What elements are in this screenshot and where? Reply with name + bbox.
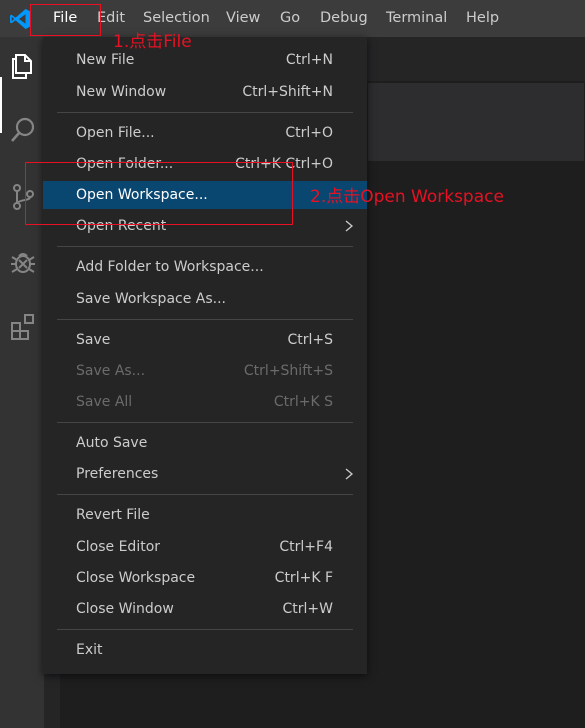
menu-item-auto-save[interactable]: Auto Save bbox=[43, 429, 367, 457]
menu-item-preferences[interactable]: Preferences bbox=[43, 460, 367, 488]
menu-item-close-workspace[interactable]: Close Workspace Ctrl+K F bbox=[43, 564, 367, 592]
menu-item-exit[interactable]: Exit bbox=[43, 636, 367, 664]
menu-view[interactable]: View bbox=[226, 0, 260, 37]
debug-icon[interactable] bbox=[8, 247, 38, 277]
vscode-logo-icon bbox=[10, 9, 30, 29]
menu-item-label: Auto Save bbox=[76, 435, 148, 451]
file-menu-dropdown: New File Ctrl+N New Window Ctrl+Shift+N … bbox=[43, 37, 367, 674]
menu-item-label: Save As... bbox=[76, 363, 146, 379]
menu-item-label: New Window bbox=[76, 84, 167, 100]
search-icon[interactable] bbox=[8, 115, 38, 145]
menu-item-label: Close Editor bbox=[76, 539, 161, 555]
menu-separator bbox=[57, 246, 353, 247]
menu-help[interactable]: Help bbox=[466, 0, 499, 37]
menu-item-save-all[interactable]: Save All Ctrl+K S bbox=[43, 388, 367, 416]
menu-debug[interactable]: Debug bbox=[320, 0, 368, 37]
menu-item-label: Preferences bbox=[76, 466, 159, 482]
activity-bar bbox=[0, 37, 44, 728]
menu-item-label: Save Workspace As... bbox=[76, 291, 227, 307]
menu-item-label: Open File... bbox=[76, 125, 155, 141]
menu-item-save-workspace-as[interactable]: Save Workspace As... bbox=[43, 285, 367, 313]
menu-separator bbox=[57, 319, 353, 320]
menu-item-shortcut: Ctrl+F4 bbox=[279, 539, 333, 555]
menu-item-shortcut: Ctrl+Shift+S bbox=[243, 363, 333, 379]
menu-separator bbox=[57, 422, 353, 423]
menu-item-shortcut: Ctrl+K S bbox=[273, 394, 333, 410]
chevron-right-icon bbox=[345, 220, 353, 232]
menu-item-shortcut: Ctrl+K F bbox=[274, 570, 333, 586]
explorer-icon[interactable] bbox=[8, 51, 38, 81]
menu-item-add-folder-to-workspace[interactable]: Add Folder to Workspace... bbox=[43, 253, 367, 281]
menu-separator bbox=[57, 629, 353, 630]
active-view-indicator bbox=[0, 77, 2, 133]
menu-item-shortcut: Ctrl+S bbox=[287, 332, 333, 348]
menu-item-label: Save All bbox=[76, 394, 133, 410]
menu-item-shortcut: Ctrl+Shift+N bbox=[242, 84, 333, 100]
menu-item-shortcut: Ctrl+W bbox=[282, 601, 333, 617]
menu-item-label: Add Folder to Workspace... bbox=[76, 259, 264, 275]
menu-item-open-file[interactable]: Open File... Ctrl+O bbox=[43, 119, 367, 147]
chevron-right-icon bbox=[345, 468, 353, 480]
menu-item-revert-file[interactable]: Revert File bbox=[43, 501, 367, 529]
annotation-box-open-workspace bbox=[25, 162, 293, 225]
menu-item-new-file[interactable]: New File Ctrl+N bbox=[43, 46, 367, 74]
menu-item-new-window[interactable]: New Window Ctrl+Shift+N bbox=[43, 78, 367, 106]
menu-item-save[interactable]: Save Ctrl+S bbox=[43, 326, 367, 354]
menu-item-label: Close Window bbox=[76, 601, 174, 617]
menu-item-label: Exit bbox=[76, 642, 103, 658]
menu-item-label: Save bbox=[76, 332, 111, 348]
annotation-step1: 1.点击File bbox=[113, 32, 192, 52]
menu-item-save-as[interactable]: Save As... Ctrl+Shift+S bbox=[43, 357, 367, 385]
menu-terminal[interactable]: Terminal bbox=[386, 0, 447, 37]
annotation-step2: 2.点击Open Workspace bbox=[310, 187, 504, 207]
menu-item-close-window[interactable]: Close Window Ctrl+W bbox=[43, 595, 367, 623]
menu-go[interactable]: Go bbox=[280, 0, 300, 37]
menu-item-close-editor[interactable]: Close Editor Ctrl+F4 bbox=[43, 533, 367, 561]
menu-item-shortcut: Ctrl+N bbox=[285, 52, 333, 68]
menu-item-label: Close Workspace bbox=[76, 570, 196, 586]
menu-separator bbox=[57, 494, 353, 495]
extensions-icon[interactable] bbox=[8, 312, 38, 342]
menu-item-shortcut: Ctrl+O bbox=[285, 125, 333, 141]
editor-panel bbox=[368, 83, 584, 161]
menu-item-label: Revert File bbox=[76, 507, 150, 523]
menu-separator bbox=[57, 112, 353, 113]
annotation-box-file bbox=[30, 4, 101, 36]
